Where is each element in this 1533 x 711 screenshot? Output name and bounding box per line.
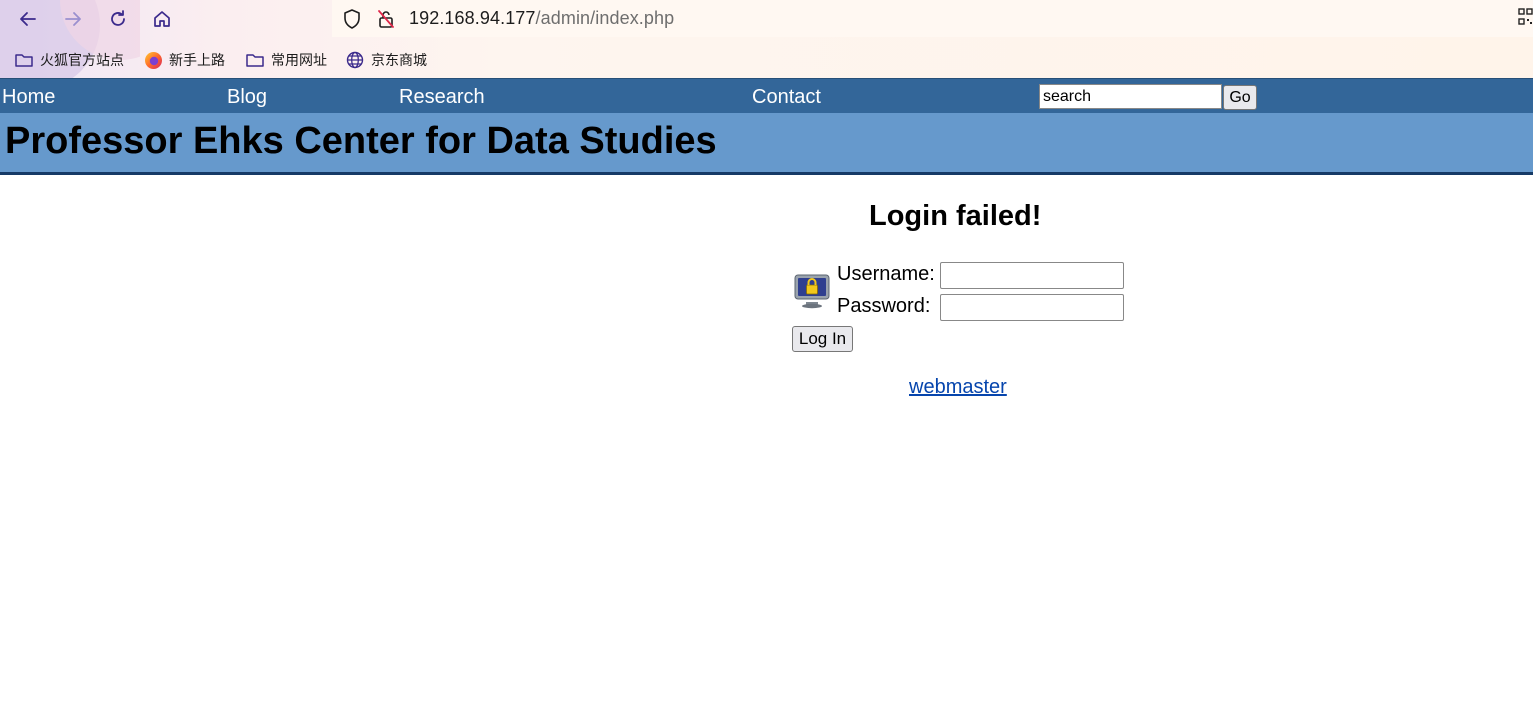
- username-input[interactable]: [940, 262, 1124, 289]
- log-in-button[interactable]: Log In: [792, 326, 853, 352]
- bookmark-label: 京东商城: [371, 52, 427, 68]
- top-navigation: Home Blog Research Contact Go: [0, 78, 1533, 113]
- webmaster-link[interactable]: webmaster: [909, 376, 1007, 399]
- search-input[interactable]: [1039, 84, 1222, 109]
- folder-icon: [14, 50, 34, 70]
- login-status-heading: Login failed!: [869, 200, 1042, 232]
- nav-link-blog[interactable]: Blog: [227, 86, 267, 109]
- back-arrow-icon: [20, 12, 36, 26]
- site-banner: Professor Ehks Center for Data Studies: [0, 113, 1533, 175]
- nav-link-contact[interactable]: Contact: [752, 86, 821, 109]
- url-host: 192.168.94.177: [409, 8, 536, 28]
- password-input[interactable]: [940, 294, 1124, 321]
- url-text[interactable]: 192.168.94.177/admin/index.php: [409, 8, 674, 29]
- reload-icon: [111, 10, 125, 26]
- url-path: /admin/index.php: [535, 8, 675, 28]
- bookmark-item[interactable]: 火狐官方站点: [14, 46, 124, 74]
- forward-arrow-icon: [65, 12, 81, 26]
- home-icon: [154, 11, 170, 27]
- globe-icon: [345, 50, 365, 70]
- page-content: Home Blog Research Contact Go Professor …: [0, 78, 1533, 711]
- nav-link-research[interactable]: Research: [399, 86, 485, 109]
- browser-toolbar: 192.168.94.177/admin/index.php 火狐官方站点 新手…: [0, 0, 1533, 78]
- forward-button[interactable]: [59, 5, 87, 33]
- bookmark-item[interactable]: 京东商城: [345, 46, 427, 74]
- bookmark-label: 火狐官方站点: [40, 52, 124, 68]
- bookmark-label: 常用网址: [271, 52, 327, 68]
- username-label: Username:: [837, 263, 935, 285]
- folder-icon: [245, 50, 265, 70]
- back-button[interactable]: [14, 5, 42, 33]
- reload-button[interactable]: [104, 5, 132, 33]
- site-title: Professor Ehks Center for Data Studies: [5, 120, 717, 162]
- firefox-icon: [143, 50, 163, 70]
- nav-link-home[interactable]: Home: [2, 86, 55, 109]
- bookmarks-toolbar: 火狐官方站点 新手上路 常用网址 京东商城: [0, 46, 1533, 74]
- search-go-button[interactable]: Go: [1223, 85, 1257, 110]
- qr-code-icon[interactable]: [1518, 8, 1533, 28]
- insecure-lock-icon[interactable]: [375, 8, 397, 30]
- bookmark-item[interactable]: 新手上路: [143, 46, 225, 74]
- computer-lock-icon: [793, 271, 831, 309]
- shield-icon[interactable]: [341, 8, 363, 30]
- bookmark-label: 新手上路: [169, 52, 225, 68]
- bookmark-item[interactable]: 常用网址: [245, 46, 327, 74]
- password-label: Password:: [837, 295, 931, 317]
- home-button[interactable]: [148, 5, 176, 33]
